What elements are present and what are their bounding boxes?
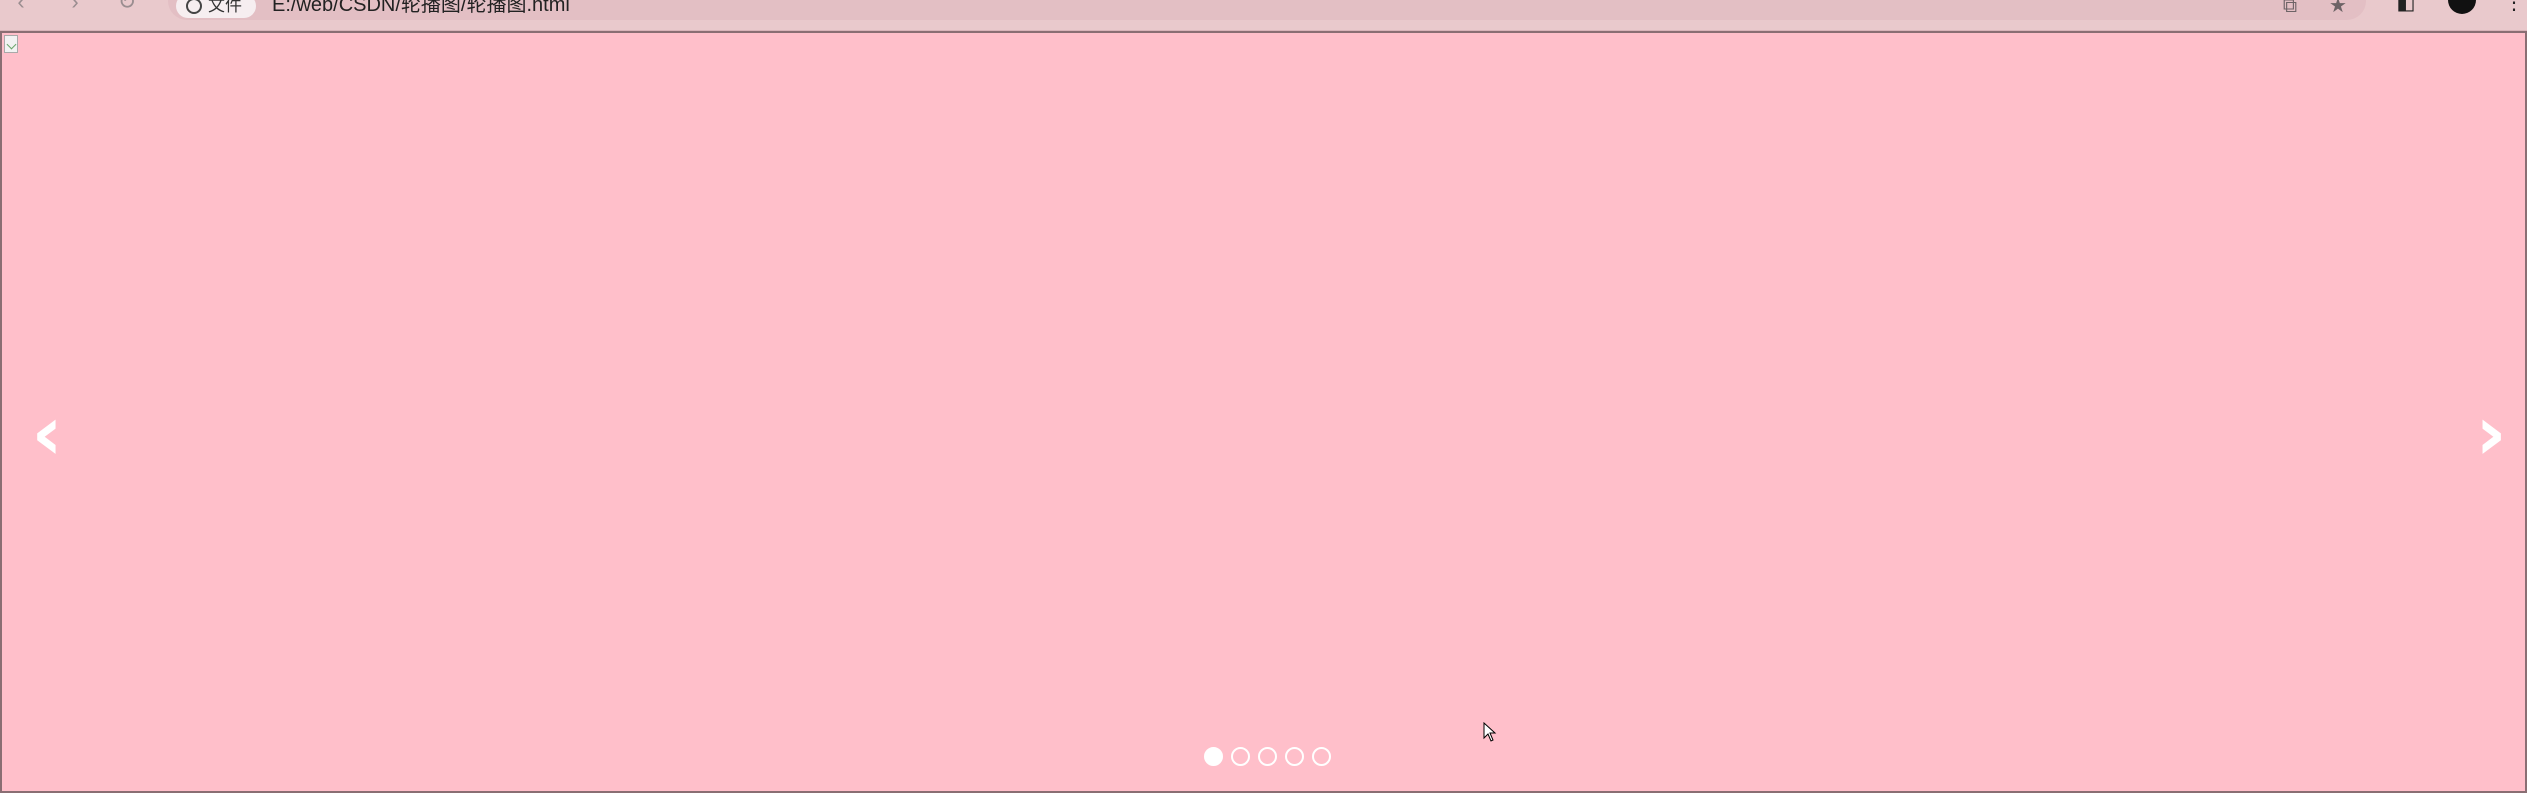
indicator-dot[interactable] [1231, 746, 1250, 766]
indicator-dot[interactable] [1204, 746, 1223, 766]
back-icon[interactable]: ‹ [6, 0, 36, 14]
mouse-cursor-icon [1483, 722, 1497, 742]
carousel-indicators [1204, 745, 1331, 767]
info-icon [186, 0, 202, 14]
prev-arrow-button[interactable]: ‹ [22, 393, 72, 473]
reload-icon[interactable]: ↻ [112, 0, 142, 14]
menu-dots-icon[interactable]: ⋮ [2500, 0, 2527, 14]
forward-icon[interactable]: › [60, 0, 90, 14]
site-chip-label: 文件 [208, 0, 242, 15]
indicator-dot[interactable] [1312, 746, 1331, 766]
avatar[interactable] [2448, 0, 2476, 14]
next-arrow-button[interactable]: › [2466, 393, 2516, 473]
carousel: ‹ › [0, 31, 2527, 793]
translate-icon[interactable]: ⧉ [2278, 0, 2302, 18]
indicator-dot[interactable] [1285, 746, 1304, 766]
address-bar[interactable]: 文件 E:/web/CSDN/轮播图/轮播图.html ⧉ ★ [168, 0, 2366, 20]
url-text[interactable]: E:/web/CSDN/轮播图/轮播图.html [272, 0, 570, 18]
browser-toolbar: ‹ › ↻ 文件 E:/web/CSDN/轮播图/轮播图.html ⧉ ★ ◧ … [0, 0, 2527, 31]
indicator-dot[interactable] [1258, 746, 1277, 766]
bookmark-star-icon[interactable]: ★ [2326, 0, 2350, 18]
extensions-icon[interactable]: ◧ [2392, 0, 2420, 14]
broken-image-icon [4, 35, 18, 53]
site-info-chip[interactable]: 文件 [176, 0, 256, 18]
